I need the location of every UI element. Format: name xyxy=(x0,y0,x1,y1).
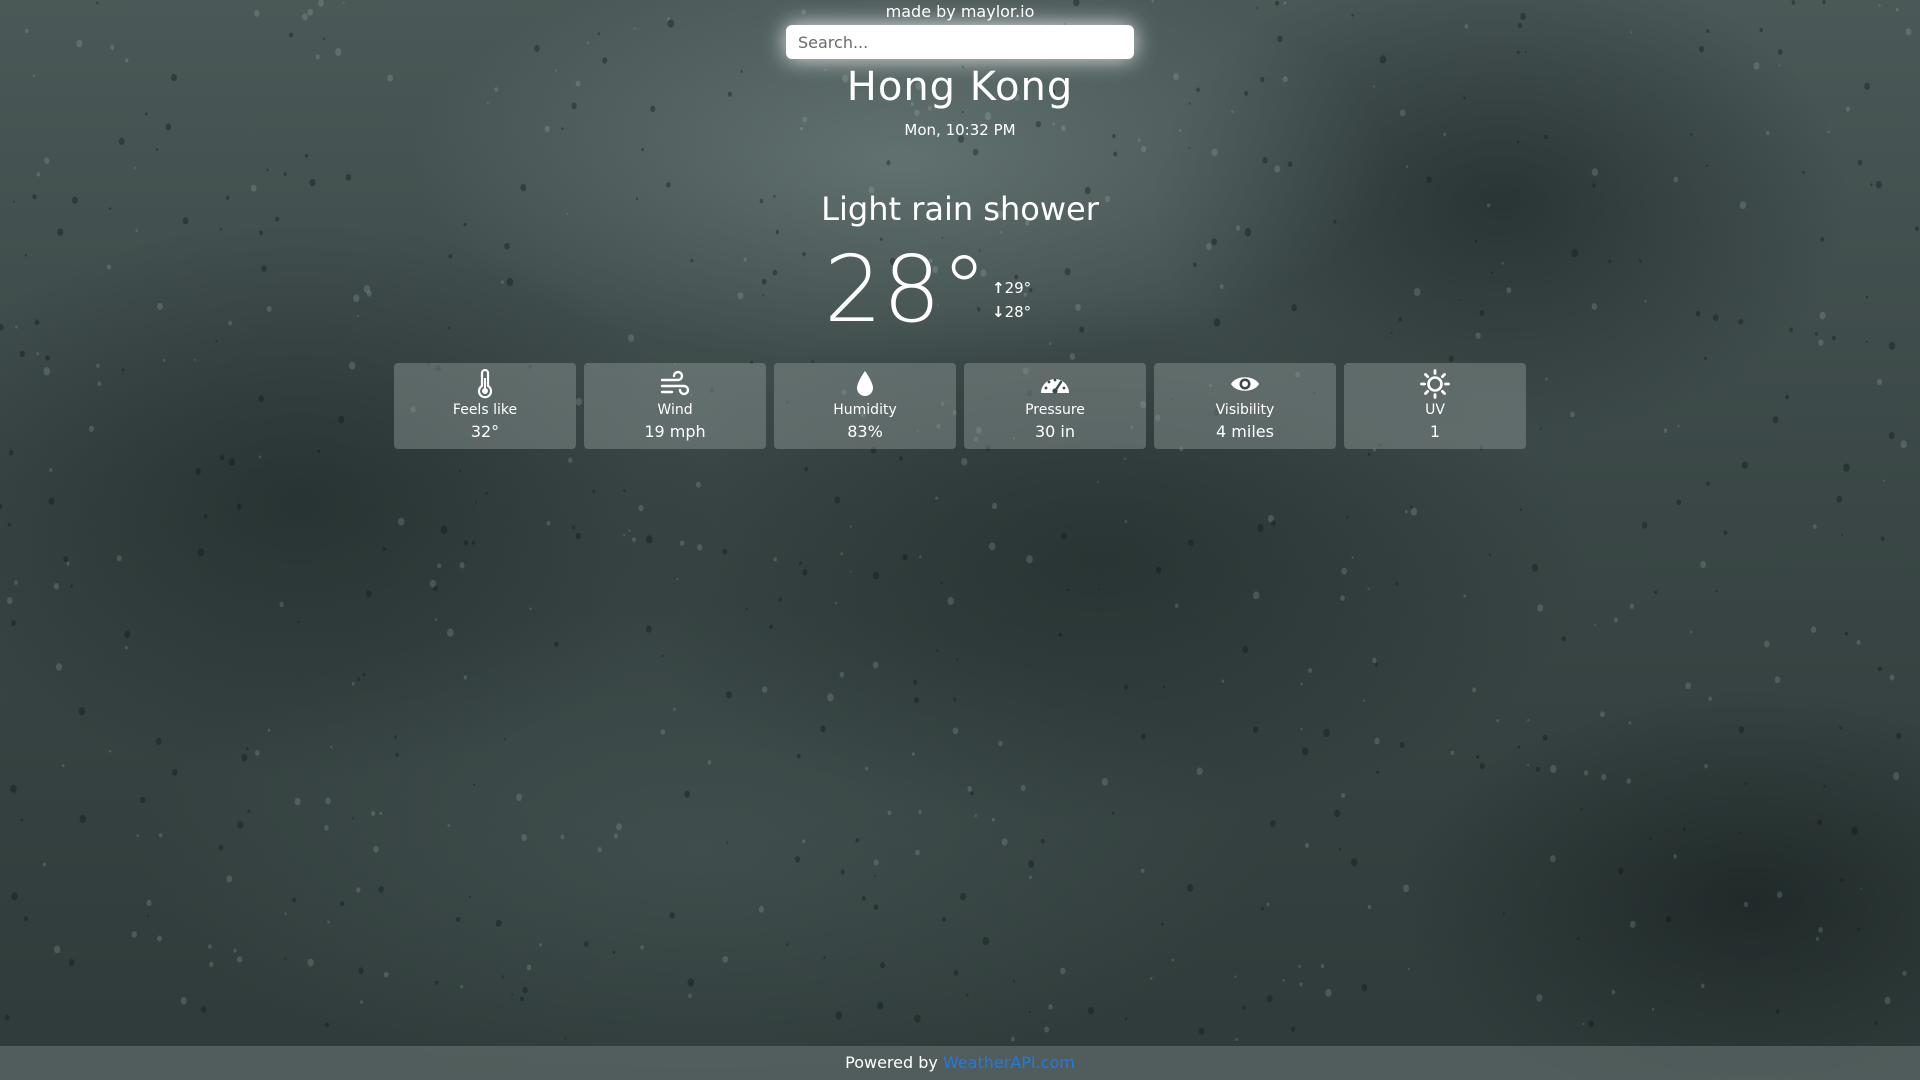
eye-icon xyxy=(1231,377,1259,391)
made-by-credit: made by maylor.io xyxy=(885,2,1035,21)
high-value: 29° xyxy=(1004,279,1032,297)
wind-card: Wind 19 mph xyxy=(584,363,766,449)
search-input[interactable] xyxy=(786,25,1134,59)
uv-card: UV 1 xyxy=(1344,363,1526,449)
low-value: 28° xyxy=(1004,303,1032,321)
rain-background xyxy=(0,0,1919,1042)
local-datetime: Mon, 10:32 PM xyxy=(904,121,1016,139)
gauge-icon xyxy=(1041,378,1069,394)
card-label: UV xyxy=(1425,402,1445,418)
pressure-card: Pressure 30 in xyxy=(964,363,1146,449)
card-value: 83% xyxy=(847,422,883,441)
humidity-card: Humidity 83% xyxy=(774,363,956,449)
card-value: 1 xyxy=(1429,422,1441,441)
current-temperature: 28° xyxy=(824,236,988,343)
search-box xyxy=(786,25,1134,59)
card-value: 4 miles xyxy=(1216,422,1274,441)
sun-icon xyxy=(1420,369,1450,399)
high-low: ↑29° ↓28° xyxy=(992,276,1031,324)
powered-by-text: Powered by xyxy=(845,1053,943,1072)
thermometer-icon xyxy=(477,369,493,399)
card-label: Wind xyxy=(657,402,693,418)
weatherapi-link[interactable]: WeatherAPI.com xyxy=(943,1053,1075,1072)
card-label: Visibility xyxy=(1215,402,1275,418)
wind-icon xyxy=(660,370,690,396)
droplet-icon xyxy=(857,371,873,396)
high-temperature: ↑29° xyxy=(992,276,1031,300)
arrow-down-icon: ↓ xyxy=(992,303,1005,321)
city-name: Hong Kong xyxy=(846,64,1074,110)
weather-condition: Light rain shower xyxy=(821,190,1099,228)
low-temperature: ↓28° xyxy=(992,300,1031,324)
card-value: 32° xyxy=(470,422,500,441)
footer: Powered by WeatherAPI.com xyxy=(0,1046,1920,1080)
card-label: Feels like xyxy=(452,402,518,418)
arrow-up-icon: ↑ xyxy=(992,279,1005,297)
card-value: 19 mph xyxy=(644,422,706,441)
feels-like-card: Feels like 32° xyxy=(394,363,576,449)
visibility-card: Visibility 4 miles xyxy=(1154,363,1336,449)
weather-details: Feels like 32° Wind 19 mph Humidity 83% … xyxy=(394,363,1526,449)
card-label: Pressure xyxy=(1025,402,1085,418)
card-value: 30 in xyxy=(1034,422,1076,441)
card-label: Humidity xyxy=(833,402,897,418)
